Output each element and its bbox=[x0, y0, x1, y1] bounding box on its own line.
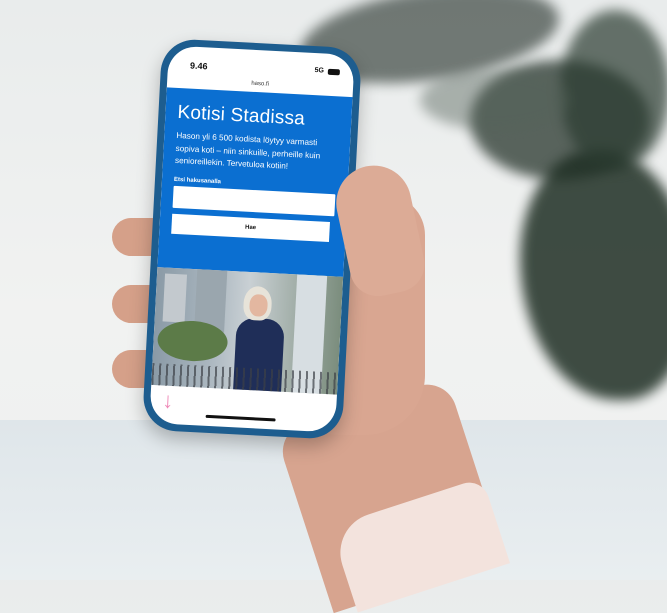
smartphone: 9.46 5G haso.fi Kotisi Stadissa Hason yl… bbox=[141, 38, 363, 440]
battery-icon bbox=[327, 68, 340, 76]
plant-leaf-blur bbox=[560, 10, 667, 170]
hero-title: Kotisi Stadissa bbox=[176, 101, 306, 130]
plant-leaf-blur bbox=[520, 150, 667, 400]
home-indicator bbox=[205, 414, 276, 422]
search-input[interactable] bbox=[172, 185, 336, 216]
search-button[interactable]: Hae bbox=[171, 213, 331, 242]
arrow-down-icon[interactable]: ↓ bbox=[162, 388, 174, 414]
hero-photo bbox=[151, 267, 344, 395]
status-time: 9.46 bbox=[189, 60, 208, 72]
hero-section: Kotisi Stadissa Hason yli 6 500 kodista … bbox=[157, 87, 353, 277]
network-indicator: 5G bbox=[314, 67, 325, 75]
plant-leaf-blur bbox=[420, 70, 570, 130]
hero-description: Hason yli 6 500 kodista löytyy varmasti … bbox=[174, 130, 321, 171]
building bbox=[162, 273, 188, 323]
phone-screen: 9.46 5G haso.fi Kotisi Stadissa Hason yl… bbox=[149, 45, 355, 433]
